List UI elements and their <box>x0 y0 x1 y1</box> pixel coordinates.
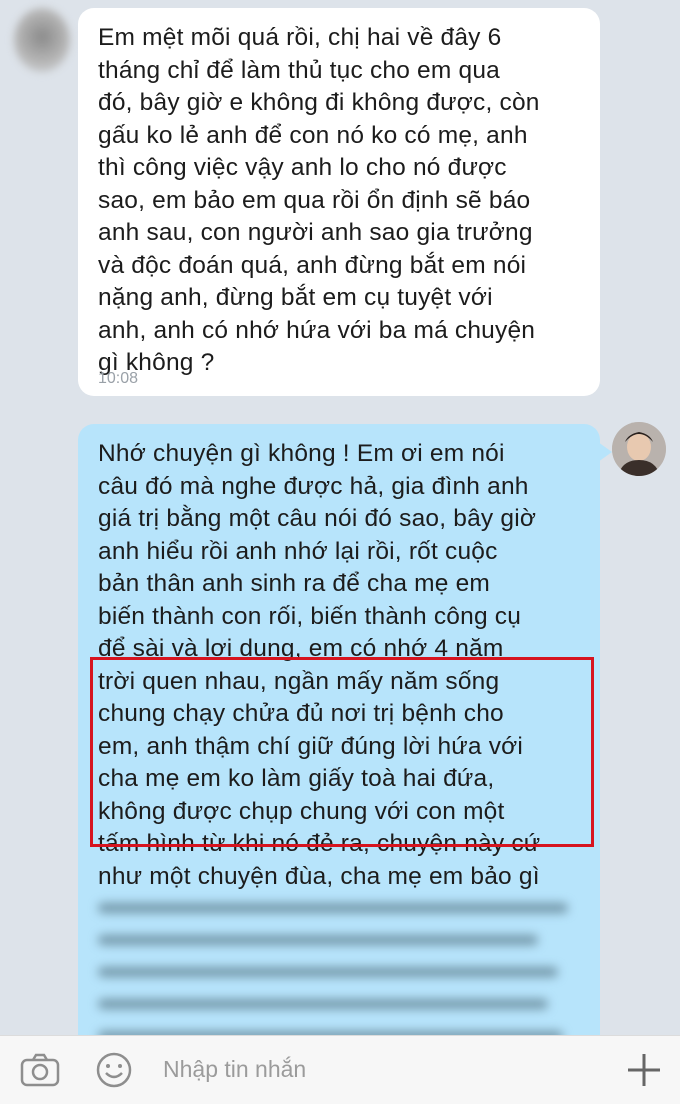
sender-avatar[interactable] <box>14 8 70 72</box>
incoming-message-bubble: Em mệt mõi quá rồi, chị hai về đây 6 thá… <box>78 8 600 396</box>
message-timestamp: 10:08 <box>98 370 139 387</box>
chat-area: Em mệt mõi quá rồi, chị hai về đây 6 thá… <box>0 0 680 1035</box>
blurred-text-region <box>98 903 584 1035</box>
highlight-box <box>90 657 594 847</box>
message-input-bar: Nhập tin nhắn <box>0 1035 680 1104</box>
message-input-field[interactable]: Nhập tin nhắn <box>163 1056 306 1083</box>
incoming-message-text: Em mệt mõi quá rồi, chị hai về đây 6 thá… <box>98 24 540 376</box>
own-avatar[interactable] <box>612 422 666 476</box>
outgoing-bubble-tail <box>598 442 612 462</box>
plus-icon[interactable] <box>622 1048 666 1092</box>
emoji-icon[interactable] <box>94 1050 134 1090</box>
camera-icon[interactable] <box>18 1050 62 1090</box>
